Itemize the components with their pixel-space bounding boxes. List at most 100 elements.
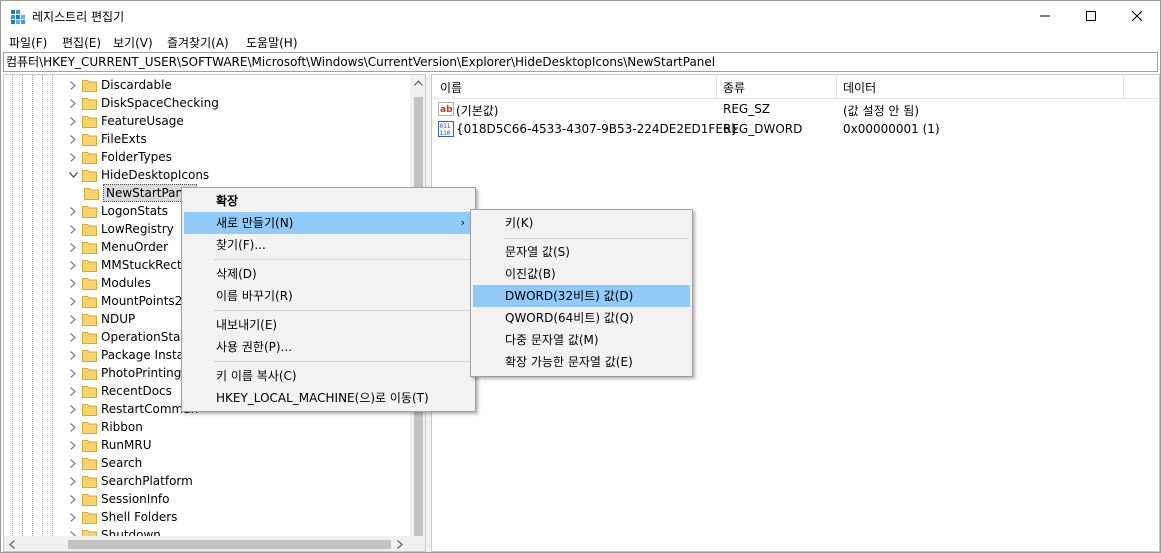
tree-horizontal-scrollbar[interactable] <box>4 536 410 551</box>
chevron-right-icon[interactable] <box>66 328 80 346</box>
folder-icon <box>82 403 97 416</box>
tree-item[interactable]: HideDesktopIcons <box>66 166 209 184</box>
context-menu-permissions[interactable]: 사용 권한(P)... <box>184 336 473 358</box>
context-menu-find[interactable]: 찾기(F)... <box>184 234 473 256</box>
chevron-right-icon[interactable] <box>66 256 80 274</box>
tree-item[interactable]: PhotoPrintingW <box>66 364 193 382</box>
submenu-new-qword-value[interactable]: QWORD(64비트) 값(Q) <box>473 307 690 329</box>
submenu-new-multi-string-value[interactable]: 다중 문자열 값(M) <box>473 329 690 351</box>
tree-item[interactable]: Package Installa <box>66 346 198 364</box>
list-row[interactable]: 011 110 {018D5C66-4533-4307-9B53-224DE2E… <box>432 119 1159 139</box>
tree-item-label: Shell Folders <box>101 510 178 524</box>
folder-icon <box>82 97 97 110</box>
tree-item[interactable]: DiskSpaceChecking <box>66 94 219 112</box>
chevron-right-icon[interactable] <box>66 382 80 400</box>
menu-view[interactable]: 보기(V) <box>113 34 153 51</box>
chevron-right-icon[interactable] <box>66 76 80 94</box>
column-header-type[interactable]: 종류 <box>723 79 745 96</box>
address-bar[interactable]: 컴퓨터\HKEY_CURRENT_USER\SOFTWARE\Microsoft… <box>3 52 1158 72</box>
tree-horizontal-scroll-thumb[interactable] <box>68 540 391 549</box>
svg-text:011: 011 <box>440 123 451 130</box>
chevron-right-icon[interactable] <box>66 202 80 220</box>
column-header-name[interactable]: 이름 <box>440 79 462 96</box>
submenu-new-key[interactable]: 키(K) <box>473 212 690 234</box>
tree-item[interactable]: FileExts <box>66 130 147 148</box>
tree-item[interactable]: OperationStatus <box>66 328 199 346</box>
folder-icon <box>82 313 97 326</box>
folder-icon <box>82 385 97 398</box>
chevron-right-icon[interactable] <box>66 346 80 364</box>
tree-item[interactable]: RunMRU <box>66 436 151 454</box>
title-bar[interactable]: 레지스트리 편집기 <box>1 1 1160 31</box>
chevron-right-icon[interactable] <box>66 274 80 292</box>
chevron-right-icon[interactable] <box>66 238 80 256</box>
chevron-right-icon[interactable] <box>66 454 80 472</box>
scroll-left-icon[interactable] <box>9 540 15 549</box>
tree-item[interactable]: Ribbon <box>66 418 143 436</box>
tree-item[interactable]: Modules <box>66 274 151 292</box>
context-menu-new[interactable]: 새로 만들기(N) › <box>184 212 473 234</box>
chevron-right-icon[interactable] <box>66 130 80 148</box>
context-menu-item-label: 새로 만들기(N) <box>216 216 294 230</box>
chevron-right-icon[interactable] <box>66 148 80 166</box>
context-menu-expand[interactable]: 확장 <box>184 190 473 212</box>
context-menu-export[interactable]: 내보내기(E) <box>184 314 473 336</box>
chevron-right-icon[interactable] <box>66 472 80 490</box>
submenu-item-label: 키(K) <box>505 216 534 230</box>
tree-item[interactable]: FolderTypes <box>66 148 172 166</box>
chevron-right-icon[interactable] <box>66 400 80 418</box>
tree-item[interactable]: RestartComman <box>66 400 198 418</box>
tree-item[interactable]: LogonStats <box>66 202 168 220</box>
submenu-new-expandable-string-value[interactable]: 확장 가능한 문자열 값(E) <box>473 351 690 373</box>
chevron-right-icon[interactable] <box>66 94 80 112</box>
chevron-down-icon[interactable] <box>66 166 80 184</box>
chevron-right-icon[interactable] <box>66 436 80 454</box>
tree-item[interactable]: Search <box>66 454 142 472</box>
folder-icon <box>82 169 97 182</box>
tree-item[interactable]: NDUP <box>66 310 135 328</box>
chevron-right-icon[interactable] <box>66 508 80 526</box>
context-menu-goto-hklm[interactable]: HKEY_LOCAL_MACHINE(으)로 이동(T) <box>184 387 473 409</box>
minimize-button[interactable] <box>1022 1 1068 31</box>
submenu-new-string-value[interactable]: 문자열 값(S) <box>473 241 690 263</box>
tree-item[interactable]: SearchPlatform <box>66 472 193 490</box>
close-button[interactable] <box>1114 1 1160 31</box>
submenu-new-dword-value[interactable]: DWORD(32비트) 값(D) <box>473 285 690 307</box>
window-title: 레지스트리 편집기 <box>32 10 125 24</box>
chevron-right-icon[interactable] <box>66 418 80 436</box>
scroll-right-icon[interactable] <box>397 540 403 549</box>
column-divider[interactable] <box>836 75 837 99</box>
tree-item[interactable]: Shell Folders <box>66 508 177 526</box>
menu-edit[interactable]: 편집(E) <box>62 34 101 51</box>
submenu-new-binary-value[interactable]: 이진값(B) <box>473 263 690 285</box>
tree-item[interactable]: MenuOrder <box>66 238 168 256</box>
list-row[interactable]: ab (기본값) REG_SZ (값 설정 안 됨) <box>432 99 1159 119</box>
menu-help[interactable]: 도움말(H) <box>246 34 298 51</box>
menu-favorites[interactable]: 즐겨찾기(A) <box>167 34 229 51</box>
chevron-right-icon[interactable] <box>66 310 80 328</box>
tree-item[interactable]: Discardable <box>66 76 172 94</box>
tree-item[interactable]: RecentDocs <box>66 382 172 400</box>
context-menu-delete[interactable]: 삭제(D) <box>184 263 473 285</box>
folder-icon <box>82 457 97 470</box>
chevron-right-icon[interactable] <box>66 292 80 310</box>
column-divider[interactable] <box>716 75 717 99</box>
chevron-right-icon[interactable] <box>66 490 80 508</box>
column-header-data[interactable]: 데이터 <box>843 79 876 96</box>
scroll-up-icon[interactable] <box>414 80 423 86</box>
tree-item[interactable]: LowRegistry <box>66 220 174 238</box>
menu-file[interactable]: 파일(F) <box>9 34 47 51</box>
chevron-right-icon[interactable] <box>66 112 80 130</box>
column-divider[interactable] <box>1123 75 1124 99</box>
tree-item[interactable]: FeatureUsage <box>66 112 184 130</box>
tree-item[interactable]: MMStuckRects3 <box>66 256 196 274</box>
tree-item[interactable]: SessionInfo <box>66 490 170 508</box>
context-menu-rename[interactable]: 이름 바꾸기(R) <box>184 285 473 307</box>
registry-editor-window: 레지스트리 편집기 파일(F) 편집(E) 보기(V) 즐겨찾기(A) 도움말(… <box>0 0 1161 553</box>
tree-item[interactable]: NewStartPanel <box>82 184 197 202</box>
maximize-button[interactable] <box>1068 1 1114 31</box>
chevron-right-icon[interactable] <box>66 364 80 382</box>
context-menu-copy-key-name[interactable]: 키 이름 복사(C) <box>184 365 473 387</box>
tree-item[interactable]: MountPoints2 <box>66 292 182 310</box>
chevron-right-icon[interactable] <box>66 220 80 238</box>
